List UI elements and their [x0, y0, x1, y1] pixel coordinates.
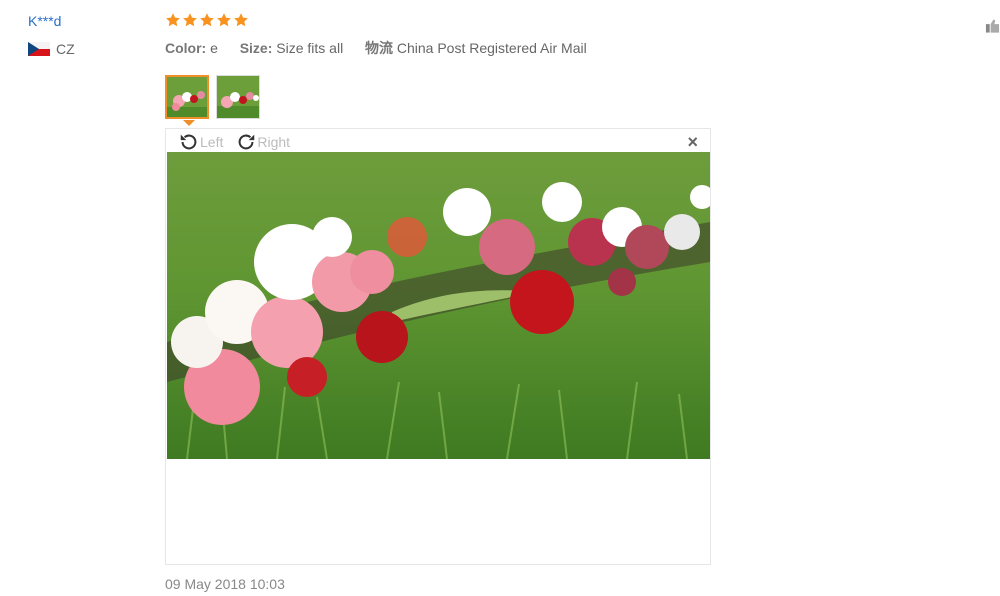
color-value: e	[210, 40, 218, 56]
shipping-key: 物流	[364, 40, 393, 56]
thumb-like-icon[interactable]	[985, 18, 1000, 34]
thumbnail-strip	[165, 75, 260, 119]
thumbnail-1[interactable]	[165, 75, 209, 119]
star-icon	[183, 13, 197, 27]
rotate-left-label: Left	[200, 134, 224, 150]
close-icon[interactable]: ×	[687, 133, 698, 151]
country-code: CZ	[56, 41, 75, 57]
rotate-right-button[interactable]: Right	[235, 131, 290, 153]
thumbnail-2[interactable]	[216, 75, 260, 119]
color-key: Color:	[165, 40, 207, 56]
star-icon	[234, 13, 248, 27]
order-info: Color: e Size: Size fits all 物流 China Po…	[165, 38, 587, 58]
rotate-right-label: Right	[257, 134, 291, 150]
reviewer-country: CZ	[28, 41, 75, 57]
rotate-left-icon	[180, 134, 197, 150]
active-thumbnail-pointer	[183, 120, 195, 126]
shipping-value: China Post Registered Air Mail	[396, 40, 587, 56]
reviewer-name[interactable]: K***d	[28, 13, 61, 29]
review-photo	[167, 152, 710, 459]
czech-flag-icon	[28, 42, 50, 56]
review-date: 09 May 2018 10:03	[165, 576, 285, 592]
image-viewer: Left Right ×	[165, 128, 711, 565]
size-value: Size fits all	[276, 40, 344, 56]
rotate-left-button[interactable]: Left	[178, 131, 223, 153]
rotate-right-icon	[238, 134, 255, 150]
star-icon	[217, 13, 231, 27]
star-icon	[200, 13, 214, 27]
size-key: Size:	[239, 40, 273, 56]
rotate-controls: Left Right	[178, 131, 290, 153]
star-icon	[166, 13, 180, 27]
rating-stars	[165, 12, 249, 28]
